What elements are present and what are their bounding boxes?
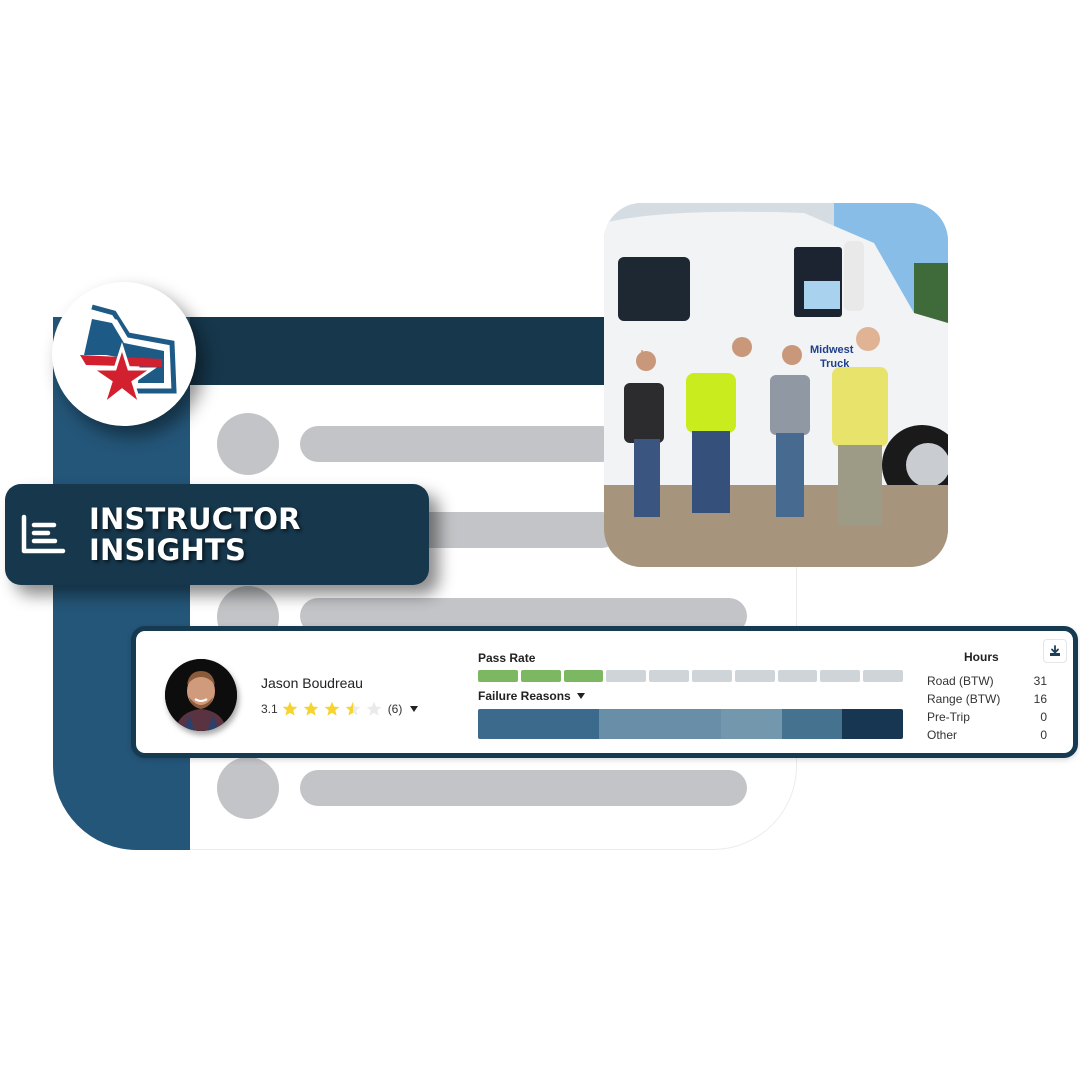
hours-label: Range (BTW) bbox=[927, 692, 1001, 706]
failure-reason-segment[interactable] bbox=[842, 709, 903, 739]
hours-value: 0 bbox=[1040, 710, 1047, 724]
hours-label: Road (BTW) bbox=[927, 674, 994, 688]
pass-segment-empty bbox=[820, 670, 861, 682]
failure-reason-segment[interactable] bbox=[781, 709, 843, 739]
hours-row: Other 0 bbox=[927, 726, 1047, 744]
pass-segment-empty bbox=[734, 670, 775, 682]
banner-title: INSTRUCTOR INSIGHTS bbox=[89, 501, 301, 567]
hours-value: 31 bbox=[1033, 674, 1047, 688]
team-photo: Midwest Truck bbox=[604, 203, 948, 567]
hours-label: Other bbox=[927, 728, 958, 742]
star-shield-logo-icon bbox=[80, 304, 177, 409]
instructor-insights-banner: INSTRUCTOR INSIGHTS bbox=[5, 484, 429, 585]
hours-row: Road (BTW) 31 bbox=[927, 672, 1047, 690]
hours-label: Pre-Trip bbox=[927, 710, 970, 724]
pass-rate-bar bbox=[478, 670, 903, 682]
placeholder-line bbox=[300, 770, 747, 806]
instructor-rating[interactable]: 3.1 (6) bbox=[261, 701, 419, 717]
star-full-icon bbox=[303, 701, 318, 716]
bar-chart-icon bbox=[21, 514, 66, 553]
pass-segment-filled bbox=[520, 670, 561, 682]
star-half-icon bbox=[345, 701, 360, 716]
caret-down-icon bbox=[576, 693, 585, 699]
failure-reason-segment[interactable] bbox=[599, 709, 721, 739]
pass-segment-filled bbox=[478, 670, 518, 682]
failure-reasons-bar bbox=[478, 709, 903, 739]
hours-value: 0 bbox=[1040, 728, 1047, 742]
pass-rate-label: Pass Rate bbox=[478, 651, 536, 665]
download-icon bbox=[1050, 645, 1060, 656]
instructor-avatar bbox=[165, 659, 237, 731]
download-button[interactable] bbox=[1043, 639, 1067, 663]
hours-row: Pre-Trip 0 bbox=[927, 708, 1047, 726]
review-count: (6) bbox=[387, 702, 403, 716]
instructor-card[interactable]: Jason Boudreau 3.1 (6) Pass Rate Failure… bbox=[131, 626, 1078, 758]
hours-row: Range (BTW) 16 bbox=[927, 690, 1047, 708]
placeholder-avatar bbox=[217, 757, 279, 819]
star-full-icon bbox=[282, 701, 297, 716]
caret-down-icon[interactable] bbox=[410, 706, 419, 712]
truck-photo-illustration: Midwest Truck bbox=[604, 203, 948, 567]
pass-segment-filled bbox=[563, 670, 604, 682]
hours-value: 16 bbox=[1033, 692, 1047, 706]
pass-segment-empty bbox=[863, 670, 903, 682]
failure-reason-segment[interactable] bbox=[720, 709, 782, 739]
mockup-header-bar bbox=[190, 317, 620, 385]
hours-title: Hours bbox=[964, 650, 999, 664]
avatar-photo bbox=[165, 659, 237, 731]
failure-reasons-label: Failure Reasons bbox=[478, 689, 571, 703]
hours-table: Road (BTW) 31 Range (BTW) 16 Pre-Trip 0 Other 0 bbox=[927, 672, 1047, 744]
company-logo bbox=[52, 282, 196, 426]
svg-text:Midwest: Midwest bbox=[810, 344, 854, 356]
star-empty-icon bbox=[366, 701, 381, 716]
pass-segment-empty bbox=[691, 670, 732, 682]
star-rating bbox=[282, 701, 387, 717]
star-full-icon bbox=[324, 701, 339, 716]
placeholder-line bbox=[300, 426, 620, 462]
placeholder-avatar bbox=[217, 413, 279, 475]
failure-reason-segment[interactable] bbox=[478, 709, 600, 739]
rating-value: 3.1 bbox=[261, 702, 278, 716]
pass-segment-empty bbox=[606, 670, 647, 682]
failure-reasons-dropdown[interactable]: Failure Reasons bbox=[478, 689, 585, 703]
pass-segment-empty bbox=[649, 670, 689, 682]
pass-segment-empty bbox=[777, 670, 818, 682]
instructor-name: Jason Boudreau bbox=[261, 675, 363, 691]
